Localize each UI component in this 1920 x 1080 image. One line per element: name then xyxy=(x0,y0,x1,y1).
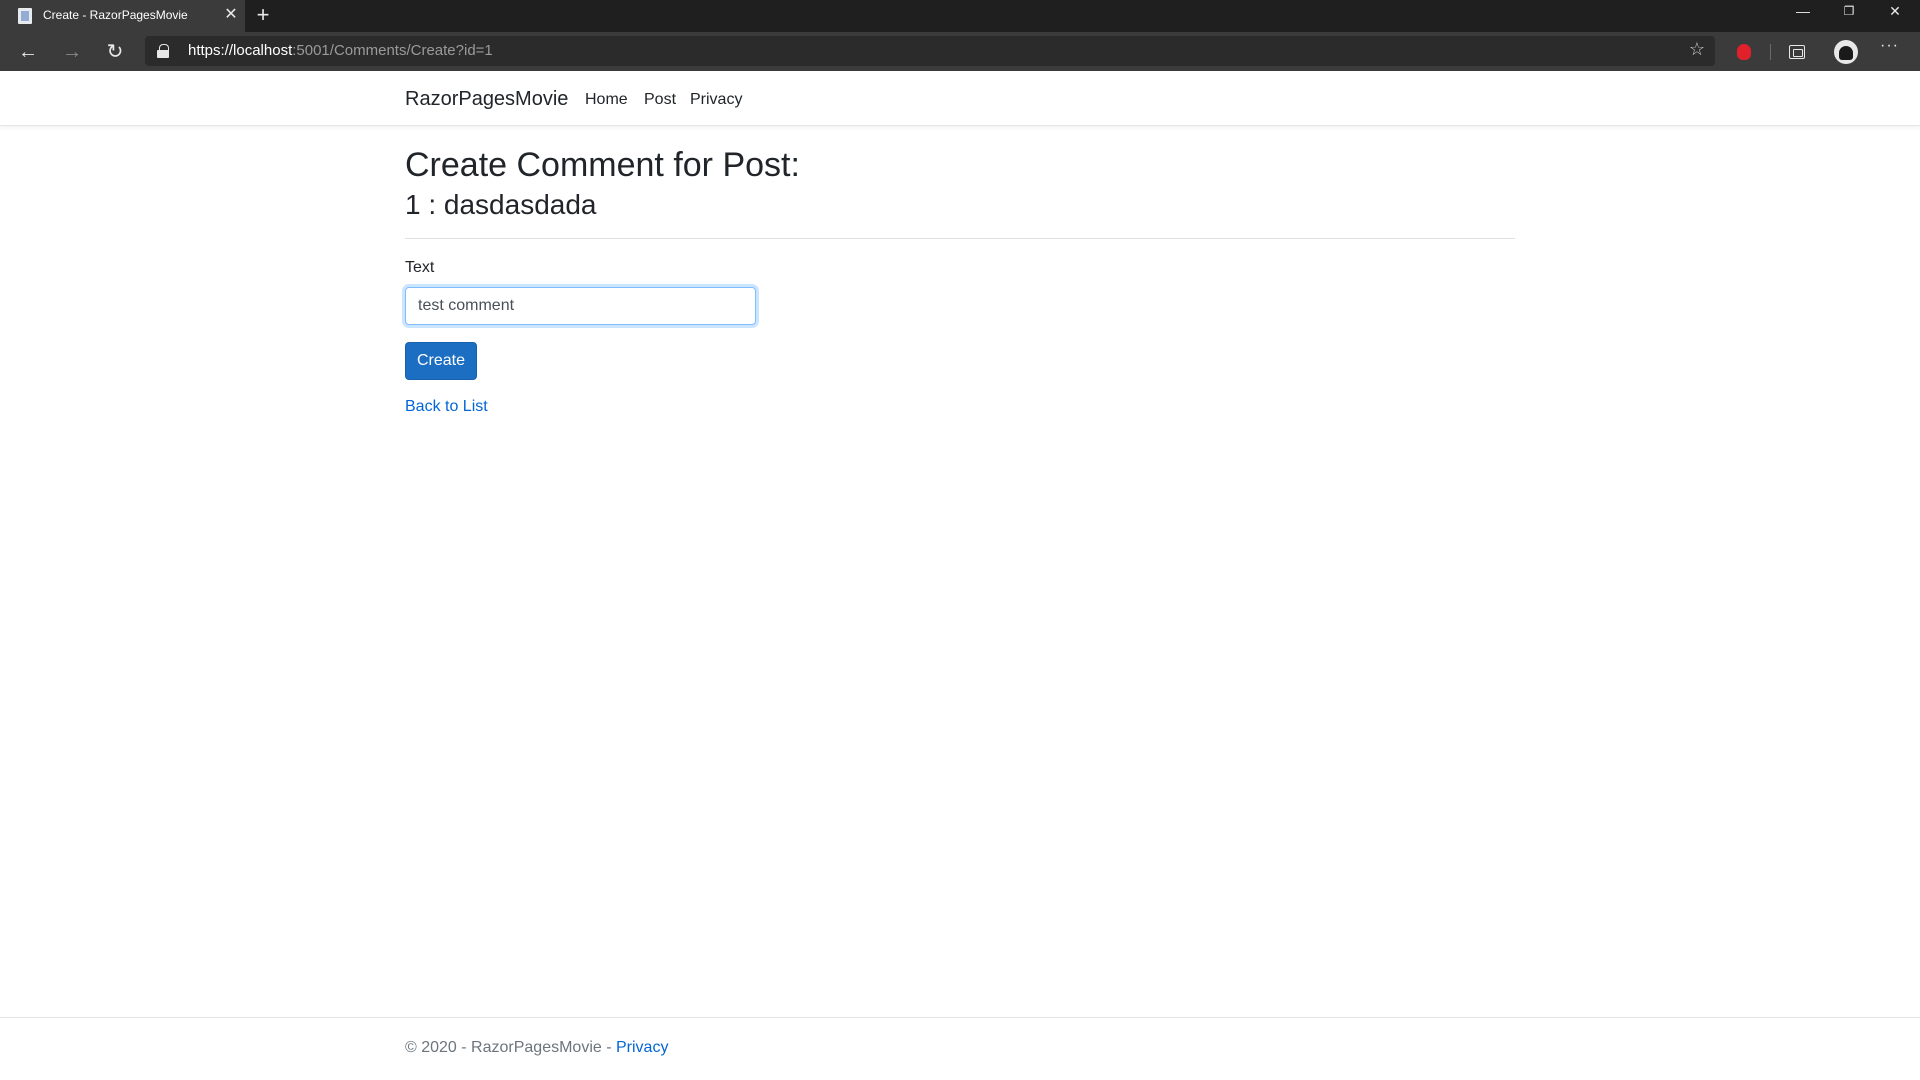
close-window-button[interactable]: ✕ xyxy=(1872,0,1918,24)
tab-title: Create - RazorPagesMovie xyxy=(43,8,188,22)
browser-toolbar: ← → ↻ https://localhost:5001/Comments/Cr… xyxy=(0,32,1920,71)
back-to-list-link[interactable]: Back to List xyxy=(405,398,488,416)
navbar-brand[interactable]: RazorPagesMovie xyxy=(405,88,568,111)
page-title: Create Comment for Post: xyxy=(405,146,800,184)
comment-text-input[interactable] xyxy=(405,287,756,325)
new-tab-button[interactable]: + xyxy=(252,3,274,27)
browser-titlebar: Create - RazorPagesMovie ✕ + — ❐ ✕ xyxy=(0,0,1920,32)
toolbar-divider xyxy=(1770,44,1771,60)
address-bar[interactable]: https://localhost:5001/Comments/Create?i… xyxy=(145,36,1715,66)
restore-button[interactable]: ❐ xyxy=(1826,0,1872,24)
text-field-label: Text xyxy=(405,259,435,276)
nav-link-post[interactable]: Post xyxy=(644,91,676,109)
refresh-icon[interactable]: ↻ xyxy=(101,38,129,66)
url-text[interactable]: https://localhost:5001/Comments/Create?i… xyxy=(188,42,493,59)
site-footer: © 2020 - RazorPagesMovie - Privacy xyxy=(0,1017,1920,1080)
tab-close-icon[interactable]: ✕ xyxy=(222,5,240,25)
nav-link-home[interactable]: Home xyxy=(585,91,628,109)
footer-copyright: © 2020 - RazorPagesMovie - Privacy xyxy=(405,1039,669,1056)
browser-tab[interactable]: Create - RazorPagesMovie ✕ xyxy=(0,0,245,32)
page-favicon-icon xyxy=(18,8,32,24)
site-navbar: RazorPagesMovie Home Post Privacy xyxy=(0,71,1920,126)
create-button[interactable]: Create xyxy=(405,342,477,380)
divider xyxy=(405,238,1515,239)
lock-icon xyxy=(157,44,169,58)
extension-icon[interactable] xyxy=(1733,41,1755,63)
back-arrow-icon[interactable]: ← xyxy=(14,38,42,66)
more-menu-icon[interactable]: ··· xyxy=(1880,37,1899,55)
footer-privacy-link[interactable]: Privacy xyxy=(616,1039,668,1056)
forward-arrow-icon[interactable]: → xyxy=(58,38,86,66)
favorite-star-icon[interactable]: ☆ xyxy=(1689,39,1705,60)
minimize-button[interactable]: — xyxy=(1780,0,1826,24)
profile-avatar[interactable] xyxy=(1834,40,1858,64)
collections-icon[interactable] xyxy=(1789,45,1805,59)
nav-link-privacy[interactable]: Privacy xyxy=(690,91,742,109)
page-viewport: RazorPagesMovie Home Post Privacy Create… xyxy=(0,71,1920,1080)
post-subtitle: 1 : dasdasdada xyxy=(405,189,597,220)
